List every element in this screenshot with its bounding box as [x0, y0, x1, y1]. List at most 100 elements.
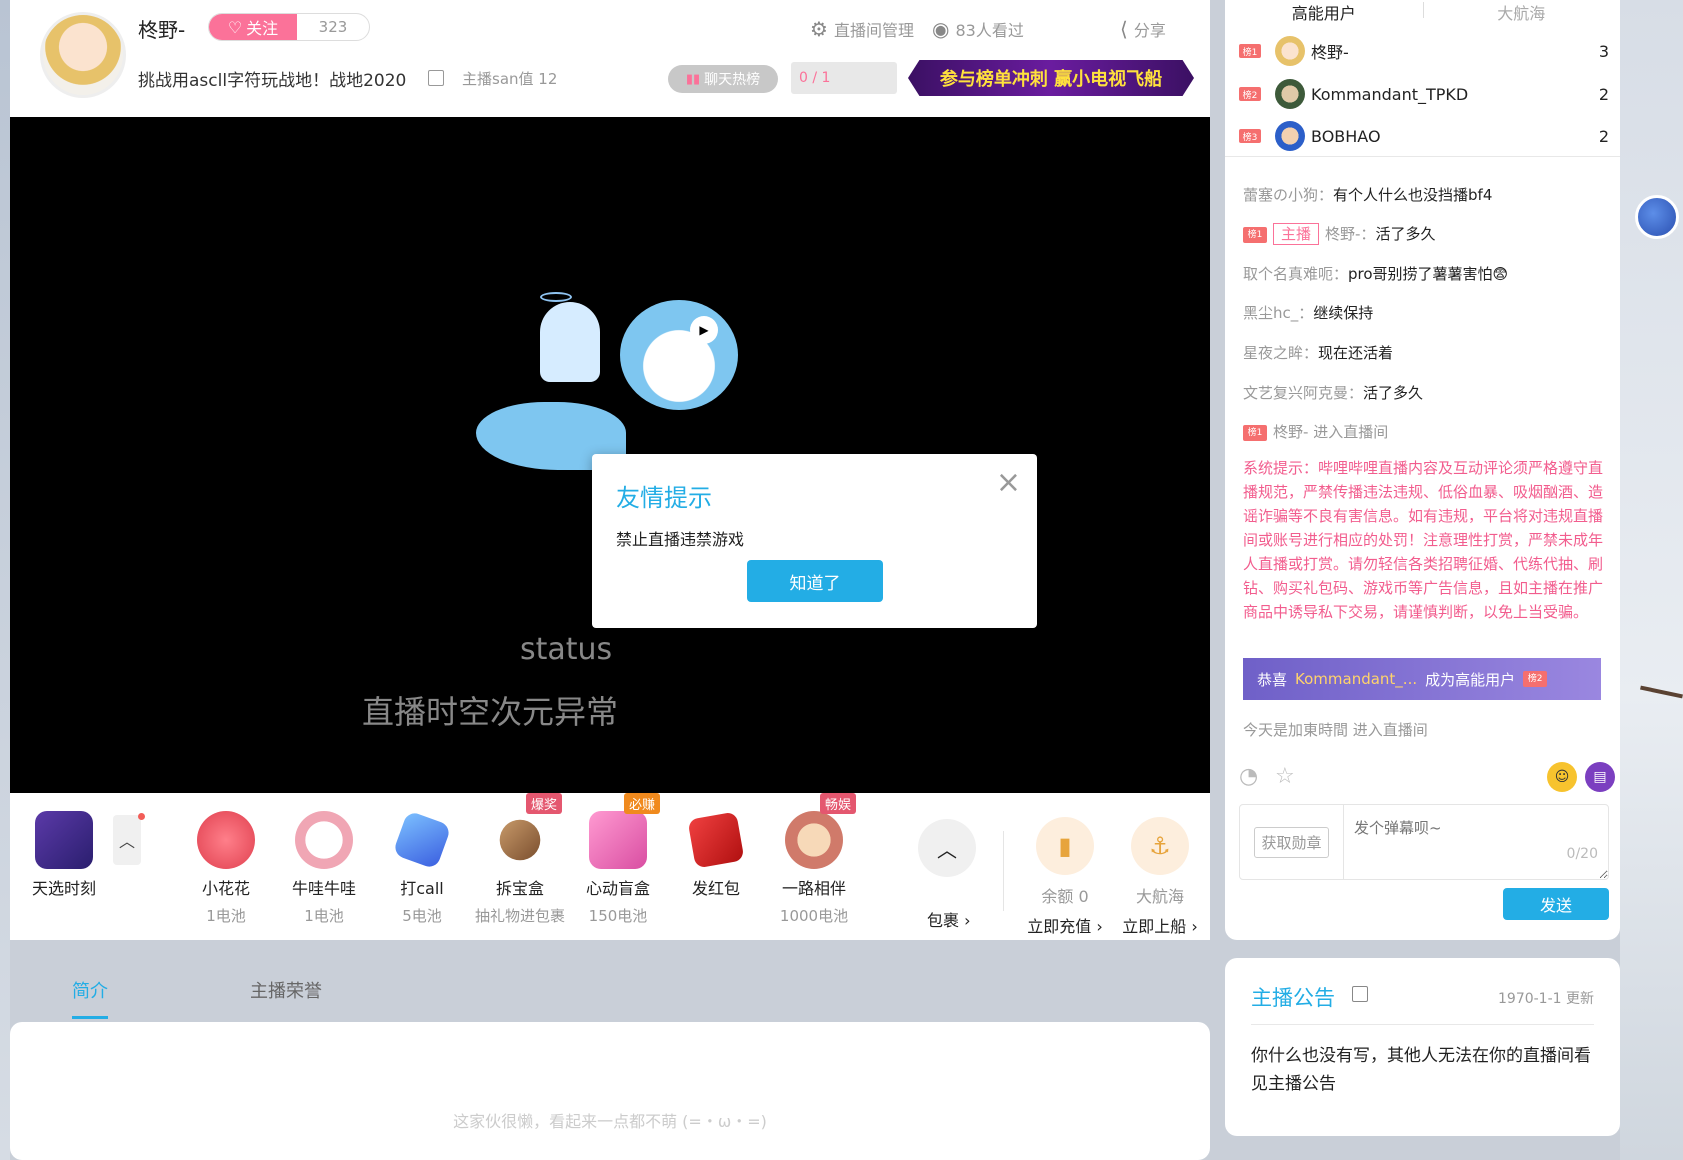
congrats-banner: 恭喜 Kommandant_... 成为高能用户 榜2: [1243, 658, 1601, 700]
chat-text: 现在还活着: [1318, 344, 1394, 362]
anchor-name[interactable]: 柊野-: [138, 14, 185, 43]
danmaku-icon[interactable]: ▤: [1585, 762, 1615, 792]
chevron-up-icon[interactable]: ︿: [918, 819, 976, 877]
gift-item[interactable]: 发红包: [666, 811, 766, 905]
background-right: [1620, 0, 1683, 1160]
recharge-entry[interactable]: ▮ 余额 0 立即充值 ›: [1015, 817, 1115, 937]
rank-name: Kommandant_TPKD: [1311, 84, 1469, 104]
congrats-user[interactable]: Kommandant_...: [1295, 670, 1417, 688]
chat-text: 进入直播间: [1352, 721, 1428, 739]
chat-user[interactable]: 取个名真难呃：: [1243, 265, 1348, 283]
follow-box: ♡ 关注 323: [208, 13, 370, 41]
room-manage-link[interactable]: ⚙ 直播间管理: [810, 17, 914, 41]
board-link[interactable]: 立即上船 ›: [1110, 913, 1210, 937]
avatar: [1275, 36, 1305, 66]
chevron-up-icon[interactable]: ︿: [113, 815, 141, 865]
task-progress[interactable]: 0 / 1: [791, 62, 897, 94]
rank-score: 3: [1598, 41, 1609, 61]
chat-rank-button[interactable]: ▮▮ 聊天热榜: [668, 65, 778, 93]
follow-label: 关注: [246, 19, 279, 38]
halo-icon: [540, 292, 572, 302]
gift-name: 小花花: [201, 879, 250, 898]
package-link[interactable]: 包裹 ›: [927, 907, 971, 931]
tab-underline: [72, 1016, 108, 1019]
chat-user[interactable]: 文艺复兴阿克曼：: [1243, 384, 1363, 402]
gift-name: 心动盲盒: [585, 879, 650, 898]
chat-message: 榜1 主播 柊野-：活了多久: [1243, 222, 1435, 246]
rank-badge: 榜2: [1239, 87, 1261, 101]
chat-user[interactable]: 黑尘hc_：: [1243, 304, 1313, 322]
notification-dot: [138, 813, 145, 820]
divider: [1003, 831, 1004, 911]
chat-text: pro哥别捞了薯薯害怕😨: [1348, 265, 1509, 283]
chat-message: 蕾塞の小狗：有个人什么也没挡播bf4: [1243, 183, 1492, 207]
rank-badge: 榜1: [1243, 424, 1267, 441]
follow-button[interactable]: ♡ 关注: [209, 14, 297, 40]
chat-message: 文艺复兴阿克曼：活了多久: [1243, 381, 1423, 405]
gift-item[interactable]: 打call 5电池: [372, 810, 472, 926]
char-counter: 0/20: [1566, 846, 1598, 862]
share-link[interactable]: ⟨ 分享: [1120, 17, 1166, 41]
chat-user[interactable]: 柊野-: [1273, 423, 1308, 441]
rank-row[interactable]: 榜1 柊野- 3: [1239, 34, 1609, 68]
congrats-suffix: 成为高能用户: [1425, 670, 1516, 689]
gift-item[interactable]: 小花花 1电池: [176, 811, 276, 926]
battery-icon: ▮: [1036, 817, 1094, 875]
play-icon[interactable]: ▶: [690, 316, 718, 344]
recharge-link[interactable]: 立即充值 ›: [1015, 913, 1115, 937]
gift-name: 牛哇牛哇: [291, 879, 356, 898]
gift-price: 抽礼物进包裹: [474, 907, 565, 925]
gift-price: 1电池: [304, 907, 344, 925]
edit-title-icon[interactable]: [428, 70, 444, 86]
palette-icon[interactable]: ◔: [1239, 764, 1258, 789]
tab-high-energy[interactable]: 高能用户: [1225, 0, 1423, 23]
anchor-avatar[interactable]: [40, 12, 126, 98]
star-icon[interactable]: ☆: [1275, 764, 1295, 789]
edit-icon[interactable]: [1352, 986, 1368, 1002]
send-button[interactable]: 发送: [1503, 888, 1609, 920]
flower-icon: [197, 811, 255, 869]
rank-badge: 榜3: [1239, 129, 1261, 143]
get-medal-label: 获取勋章: [1254, 826, 1329, 858]
chat-user[interactable]: 星夜之眸：: [1243, 344, 1318, 362]
rank-badge: 榜1: [1243, 226, 1267, 243]
emoji-icon[interactable]: ☺: [1547, 762, 1577, 792]
rank-name: BOBHAO: [1311, 126, 1381, 146]
tab-guard[interactable]: 大航海: [1423, 0, 1621, 23]
gift-item[interactable]: 畅娱 一路相伴 1000电池: [764, 793, 864, 926]
gift-price: 5电池: [402, 907, 442, 925]
gift-name: 一路相伴: [781, 879, 846, 898]
glowstick-icon: [392, 810, 452, 870]
congrats-prefix: 恭喜: [1257, 670, 1288, 689]
gift-lottery[interactable]: 天选时刻: [14, 811, 114, 899]
bar-chart-icon: ▮▮: [685, 71, 701, 87]
chat-message: 取个名真难呃：pro哥别捞了薯薯害怕😨: [1243, 262, 1508, 286]
confirm-button[interactable]: 知道了: [747, 560, 883, 602]
rank-badge: 榜1: [1239, 44, 1261, 58]
rank-row[interactable]: 榜2 Kommandant_TPKD 2: [1239, 77, 1609, 111]
tab-intro[interactable]: 简介: [72, 977, 108, 1003]
eye-icon: ◉: [932, 17, 950, 41]
promo-banner[interactable]: 参与榜单冲刺 赢小电视飞船: [908, 60, 1194, 96]
share-icon: ⟨: [1120, 17, 1128, 41]
chat-user[interactable]: 柊野-：: [1325, 225, 1375, 243]
balance-label: 余额 0: [1041, 887, 1089, 906]
tab-honor[interactable]: 主播荣誉: [250, 977, 322, 1003]
get-medal-button[interactable]: 获取勋章: [1240, 805, 1344, 879]
san-number: 12: [538, 70, 558, 88]
chat-message: 黑尘hc_：继续保持: [1243, 301, 1373, 325]
gift-price: 150电池: [588, 907, 648, 925]
gift-item[interactable]: 爆奖 拆宝盒 抽礼物进包裹: [470, 793, 570, 926]
gift-item[interactable]: 必赚 心动盲盒 150电池: [568, 793, 668, 926]
danmaku-input[interactable]: [1344, 805, 1608, 879]
guard-entry[interactable]: ⚓ 大航海 立即上船 ›: [1110, 817, 1210, 937]
chat-user[interactable]: 今天是加東時間: [1243, 721, 1348, 739]
close-icon[interactable]: ×: [996, 468, 1021, 498]
rank-row[interactable]: 榜3 BOBHAO 2: [1239, 119, 1609, 153]
chat-user[interactable]: 蕾塞の小狗：: [1243, 186, 1333, 204]
dialog-title: 友情提示: [616, 484, 712, 512]
chat-text: 有个人什么也没挡播bf4: [1333, 186, 1493, 204]
gift-item[interactable]: 牛哇牛哇 1电池: [274, 811, 374, 926]
background-left: [0, 0, 10, 1160]
danmaku-input-area: 获取勋章: [1239, 804, 1609, 880]
